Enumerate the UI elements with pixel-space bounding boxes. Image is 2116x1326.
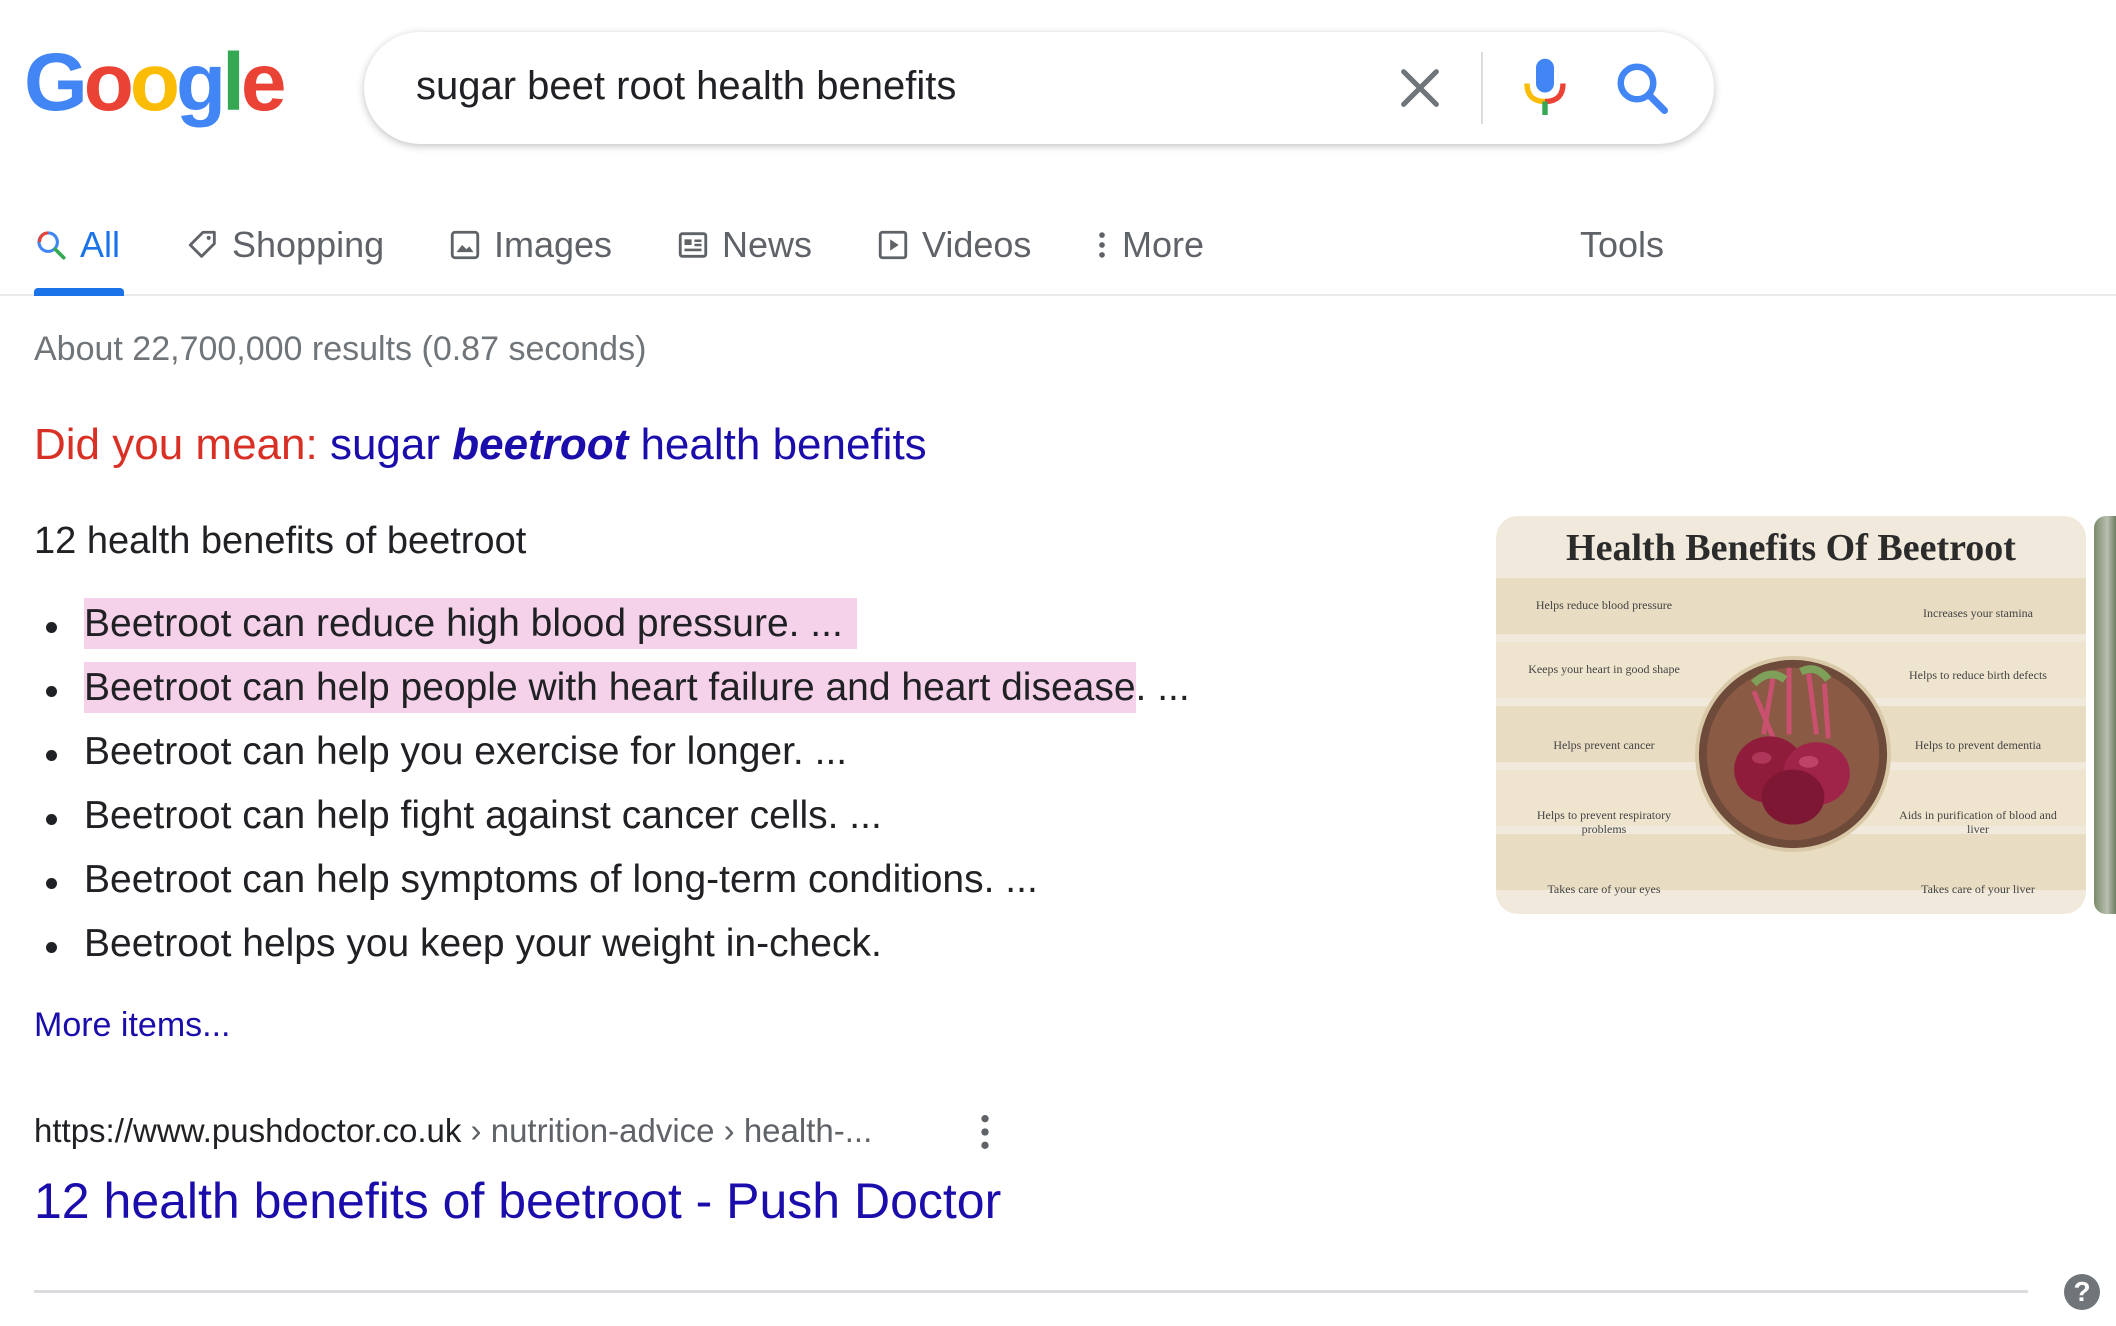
infographic-label: Helps prevent cancer [1553,738,1655,752]
clear-icon[interactable] [1392,60,1448,116]
tab-label: Images [494,224,613,265]
suggestion-after: health benefits [628,420,927,469]
infographic-label: Helps to prevent dementia [1914,738,2042,752]
result-title-link[interactable]: 12 health benefits of beetroot - Push Do… [34,1172,1001,1230]
infographic-title: Health Benefits Of Beetroot [1566,527,2016,569]
highlighted-text: Beetroot can reduce high blood pressure.… [84,598,857,649]
result-options-icon[interactable] [976,1112,994,1152]
image-icon [450,230,480,260]
did-you-mean-label: Did you mean: [34,420,318,469]
infographic-label: Takes care of your liver [1921,882,2035,896]
active-tab-indicator [34,288,124,296]
search-icon [37,231,66,260]
featured-snippet-heading: 12 health benefits of beetroot [34,520,527,562]
tab-images[interactable]: Images [448,220,612,270]
list-item: Beetroot can help fight against cancer c… [34,790,1190,854]
help-icon[interactable]: ? [2064,1274,2100,1310]
logo-letter: g [175,37,226,128]
more-items-link[interactable]: More items... [34,1006,230,1045]
infographic-label: Helps to reduce birth defects [1909,668,2047,682]
result-stats: About 22,700,000 results (0.87 seconds) [34,330,647,368]
logo-letter: o [83,37,134,128]
newspaper-icon [678,232,708,258]
tab-more[interactable]: More [1094,220,1204,270]
next-image-thumbnail[interactable] [2094,516,2116,914]
beetroot-illustration [1695,656,1891,852]
result-domain: https://www.pushdoctor.co.uk [34,1112,462,1149]
tag-icon [188,230,216,258]
list-item: Beetroot can help people with heart fail… [34,662,1190,726]
infographic-thumbnail[interactable]: Health Benefits Of Beetroot Helps reduce… [1496,516,2086,914]
infographic-label: Helps reduce blood pressure [1535,598,1673,612]
google-logo[interactable]: Google [24,37,287,128]
featured-snippet-list: Beetroot can reduce high blood pressure.… [34,598,1190,982]
microphone-icon[interactable] [1518,56,1572,120]
logo-letter: o [129,37,180,128]
tab-label: Tools [1580,224,1665,265]
tab-label: All [80,224,121,265]
list-item: Beetroot helps you keep your weight in-c… [34,918,1190,982]
search-icon[interactable] [1612,58,1672,118]
highlighted-text: Beetroot can help people with heart fail… [84,662,1136,713]
logo-letter: G [24,37,88,128]
search-divider [1481,52,1483,124]
list-item: Beetroot can help you exercise for longe… [34,726,1190,790]
suggestion-corrected-word: beetroot [452,420,629,469]
search-input[interactable]: sugar beet root health benefits [416,60,956,112]
search-tabs: All Shopping Images News Videos More Too… [0,210,2116,296]
tab-news[interactable]: News [676,220,812,270]
tab-all[interactable]: All [34,220,120,270]
infographic-label: Helps to prevent respiratory problems [1536,808,1672,837]
tab-tools[interactable]: Tools [1580,220,1664,270]
did-you-mean: Did you mean: sugar beetroot health bene… [34,420,927,470]
search-box[interactable]: sugar beet root health benefits [364,32,1714,144]
tab-shopping[interactable]: Shopping [186,220,384,270]
infographic-label: Takes care of your eyes [1547,882,1661,896]
list-item: Beetroot can help symptoms of long-term … [34,854,1190,918]
infographic-label: Increases your stamina [1923,606,2033,620]
divider [34,1290,2028,1293]
result-url[interactable]: https://www.pushdoctor.co.uk › nutrition… [34,1112,872,1150]
list-item-rest: . ... [1135,666,1190,709]
list-item: Beetroot can reduce high blood pressure.… [34,598,1190,662]
tab-label: News [722,224,813,265]
kebab-icon [1099,232,1105,258]
tab-label: More [1122,224,1205,265]
tab-label: Shopping [232,224,385,265]
suggestion-before: sugar [329,420,453,469]
result-breadcrumb: › nutrition-advice › health-... [461,1112,873,1149]
infographic-label: Aids in purification of blood and liver [1899,808,2057,837]
logo-letter: e [240,37,287,128]
infographic-label: Keeps your heart in good shape [1528,662,1680,676]
play-icon [878,230,908,260]
tab-videos[interactable]: Videos [876,220,1031,270]
logo-letter: l [222,37,245,128]
tab-label: Videos [922,224,1032,265]
spelling-suggestion-link[interactable]: sugar beetroot health benefits [330,420,927,469]
